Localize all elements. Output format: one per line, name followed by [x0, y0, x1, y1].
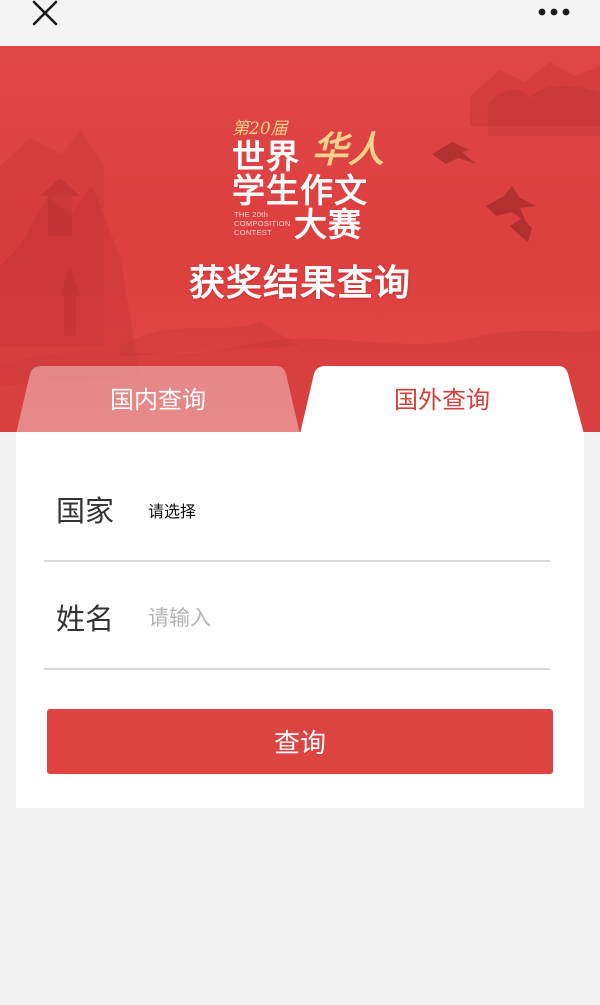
country-row: 国家 请选择 [44, 454, 550, 562]
more-options-button[interactable] [536, 2, 576, 22]
close-button[interactable] [28, 0, 62, 28]
country-select[interactable]: 请选择 [148, 498, 196, 522]
logo-accent-text: 华人 [312, 129, 385, 171]
logo-line-3: 大赛 [294, 205, 362, 244]
logo-edition-text: 第20届 [232, 119, 288, 139]
logo-line-2: 学生作文 [232, 171, 368, 210]
logo-line-1: 世界 [232, 137, 300, 176]
close-icon [32, 0, 58, 26]
tab-foreign-query[interactable]: 国外查询 [300, 364, 584, 434]
top-nav-bar [0, 0, 600, 46]
name-row: 姓名 [44, 562, 550, 670]
more-options-icon [538, 8, 570, 16]
contest-logo: 第20届 世界 华人 学生作文 THE 20th COMPOSITION CON… [226, 110, 386, 244]
divider [44, 668, 550, 670]
tab-domestic-label: 国内查询 [110, 385, 206, 414]
page-title: 获奖结果查询 [188, 263, 411, 304]
tab-domestic-query[interactable]: 国内查询 [16, 364, 300, 434]
country-label: 国家 [56, 494, 115, 528]
name-input[interactable] [148, 598, 528, 638]
name-label: 姓名 [56, 602, 115, 636]
tab-foreign-label: 国外查询 [394, 385, 490, 414]
query-submit-button[interactable]: 查询 [47, 709, 553, 774]
query-form-card: 国家 请选择 姓名 查询 [16, 432, 584, 808]
